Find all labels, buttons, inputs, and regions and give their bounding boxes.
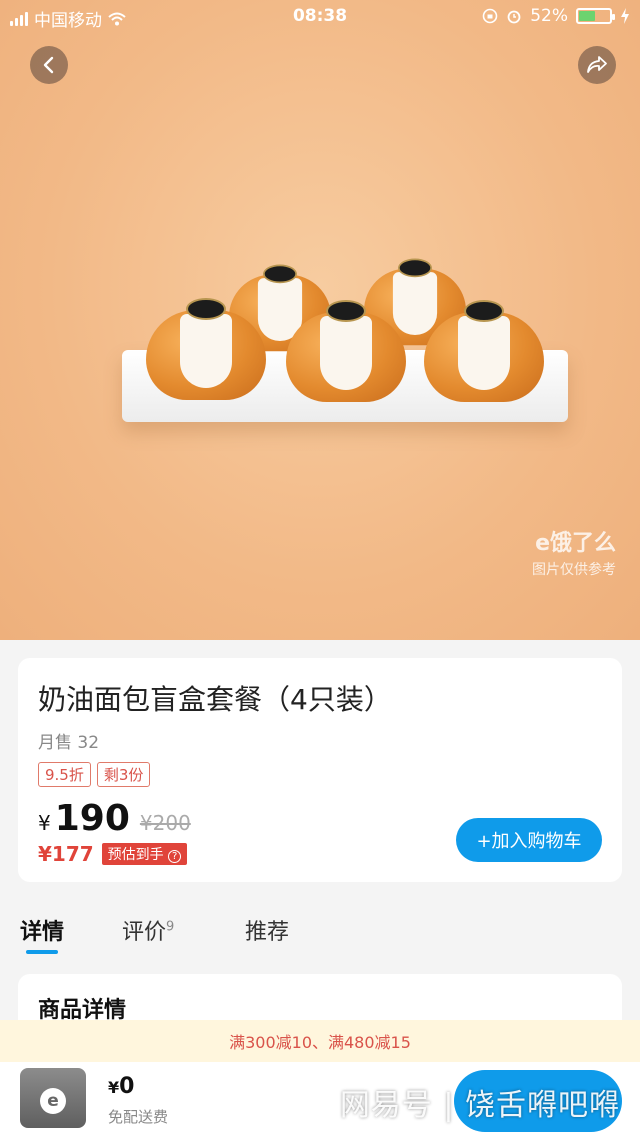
currency-symbol: ¥ (38, 811, 51, 835)
cart-currency: ¥ (108, 1078, 120, 1097)
stock-tag: 剩3份 (96, 762, 151, 787)
help-icon: ? (168, 850, 182, 863)
status-bar: 中国移动 08:38 52% (0, 0, 640, 34)
battery-percent: 52% (530, 6, 568, 26)
review-count: 9 (166, 919, 175, 935)
price: ¥ 190 ¥200 (38, 798, 191, 839)
tab-label: 评价 (122, 920, 167, 945)
monthly-sales: 月售 32 (38, 733, 100, 753)
promo-banner: 满300减10、满480减15 (0, 1020, 640, 1062)
tab-label: 详情 (20, 920, 65, 945)
cart-total: ¥0 (108, 1074, 134, 1099)
share-button[interactable] (578, 46, 616, 84)
footer-watermark: 网易号 | 饶舌嘚吧嘚 (339, 1088, 620, 1123)
bun (146, 298, 266, 400)
add-to-cart-button[interactable]: +加入购物车 (456, 818, 602, 862)
estimated-label-text: 预估到手 (107, 847, 164, 863)
active-tab-indicator (26, 950, 58, 954)
lock-rotation-icon (482, 8, 498, 24)
tab-details[interactable]: 详情 (20, 914, 64, 946)
product-title: 奶油面包盲盒套餐（4只装） (38, 683, 392, 716)
cart-button[interactable]: e (20, 1068, 86, 1128)
discount-tag: 9.5折 (38, 762, 91, 787)
estimated-price: ¥177 预估到手 ? (38, 842, 188, 866)
image-watermark: e饿了么 图片仅供参考 (532, 525, 616, 579)
back-button[interactable] (30, 46, 68, 84)
bun (286, 300, 406, 402)
charging-icon (621, 8, 629, 24)
product-info-card: 奶油面包盲盒套餐（4只装） 月售 32 9.5折 剩3份 ¥ 190 ¥200 … (18, 658, 622, 882)
tab-reviews[interactable]: 评价9 (122, 914, 174, 946)
share-icon (587, 56, 607, 73)
tab-recommend[interactable]: 推荐 (245, 914, 289, 946)
current-price: 190 (54, 798, 130, 839)
bun (424, 300, 544, 402)
product-page: e饿了么 图片仅供参考 中国移动 08:38 52% 奶油面包盲盒套餐（4只装）… (0, 0, 640, 1138)
delivery-fee: 免配送费 (108, 1108, 169, 1126)
product-tags: 9.5折 剩3份 (38, 762, 151, 787)
detail-tabs: 详情 评价9 推荐 (0, 910, 640, 960)
tab-label: 推荐 (245, 920, 290, 945)
watermark-note: 图片仅供参考 (532, 562, 616, 578)
eleme-logo-icon: e (40, 1088, 66, 1114)
product-image: e饿了么 图片仅供参考 中国移动 08:38 52% (0, 0, 640, 640)
watermark-brand: e饿了么 (535, 531, 616, 556)
original-price: ¥200 (139, 811, 191, 835)
estimated-price-label[interactable]: 预估到手 ? (101, 843, 188, 865)
alarm-icon (507, 10, 521, 24)
battery-icon (576, 8, 615, 24)
chevron-left-icon (43, 56, 54, 74)
estimated-price-value: ¥177 (38, 842, 94, 866)
cart-total-value: 0 (119, 1074, 135, 1099)
